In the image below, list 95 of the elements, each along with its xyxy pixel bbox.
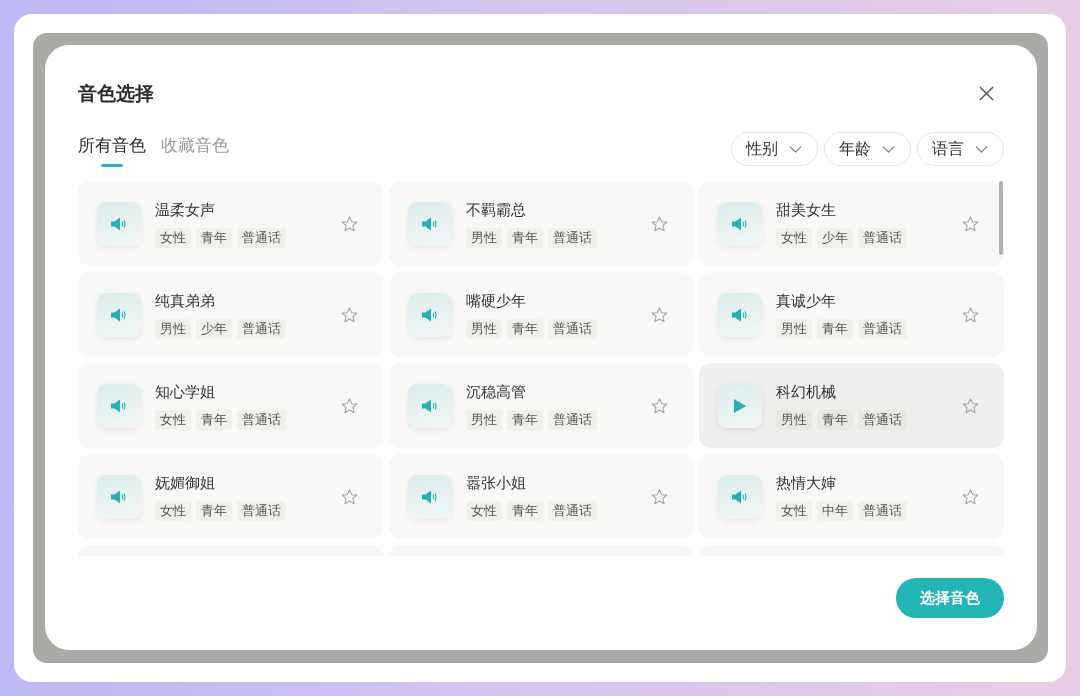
- voice-tag: 普通话: [547, 318, 597, 339]
- star-icon[interactable]: [651, 488, 669, 505]
- star-icon[interactable]: [340, 397, 358, 414]
- speaker-icon[interactable]: [407, 292, 452, 337]
- speaker-icon[interactable]: [407, 474, 452, 519]
- voice-tag: 普通话: [547, 409, 597, 430]
- chevron-down-icon: [975, 145, 988, 153]
- voice-card[interactable]: 妩媚御姐 女性 青年 普通话: [78, 454, 383, 539]
- speaker-icon[interactable]: [407, 383, 452, 428]
- voice-card[interactable]: 嚣张小姐 女性 青年 普通话: [388, 454, 694, 539]
- voice-name: 沉稳高管: [465, 381, 526, 402]
- voice-tag: 男性: [465, 318, 502, 339]
- voice-card[interactable]: 真诚少年 男性 青年 普通话: [699, 272, 1004, 357]
- dialog-title: 音色选择: [78, 81, 154, 106]
- speaker-icon[interactable]: [718, 474, 763, 519]
- star-icon[interactable]: [340, 306, 358, 323]
- filter-dropdown[interactable]: 性别: [731, 132, 818, 166]
- voice-name: 温柔女声: [155, 199, 215, 220]
- speaker-icon[interactable]: [97, 292, 141, 337]
- voice-tag: 普通话: [858, 409, 908, 430]
- voice-tag: 青年: [817, 409, 854, 430]
- voice-tag: 少年: [817, 227, 854, 248]
- tab[interactable]: 所有音色: [78, 132, 146, 167]
- voice-card[interactable]: 沉稳高管 男性 青年 普通话: [388, 363, 694, 448]
- close-icon[interactable]: [979, 85, 994, 101]
- voice-name: 科幻机械: [776, 381, 837, 402]
- chevron-down-icon: [882, 145, 895, 153]
- voice-tag: 普通话: [547, 500, 597, 521]
- voice-tag: 普通话: [237, 227, 286, 248]
- star-icon[interactable]: [651, 306, 669, 323]
- star-icon[interactable]: [651, 397, 669, 414]
- speaker-icon[interactable]: [97, 201, 141, 246]
- voice-name: 甜美女生: [776, 199, 837, 220]
- voice-tag: 普通话: [858, 500, 908, 521]
- speaker-icon[interactable]: [718, 201, 763, 246]
- voice-card[interactable]: 嘴硬少年 男性 青年 普通话: [388, 272, 694, 357]
- voice-tag: 青年: [506, 227, 543, 248]
- voice-tag: 女性: [155, 227, 191, 248]
- voice-card[interactable]: 温柔女声 女性 青年 普通话: [78, 181, 383, 266]
- voice-tag: 男性: [465, 227, 502, 248]
- voice-tag: 男性: [776, 409, 813, 430]
- voice-name: 真诚少年: [776, 290, 837, 311]
- play-icon[interactable]: [718, 383, 763, 428]
- voice-name: 知心学姐: [155, 381, 215, 402]
- speaker-icon[interactable]: [407, 201, 452, 246]
- speaker-icon[interactable]: [97, 474, 141, 519]
- star-icon[interactable]: [340, 215, 358, 232]
- scrollbar-thumb[interactable]: [999, 181, 1003, 255]
- voice-tag: 普通话: [858, 318, 908, 339]
- voice-tag: 少年: [196, 318, 232, 339]
- voice-tag: 女性: [465, 500, 502, 521]
- voice-name: 不羁霸总: [465, 199, 526, 220]
- voice-tag: 青年: [196, 227, 232, 248]
- chevron-down-icon: [789, 145, 802, 153]
- voice-tag: 普通话: [858, 227, 908, 248]
- star-icon[interactable]: [962, 488, 979, 505]
- voice-tag: 普通话: [547, 227, 597, 248]
- filter-dropdown[interactable]: 语言: [917, 132, 1004, 166]
- voice-tag: 青年: [817, 318, 854, 339]
- filter-dropdown[interactable]: 年龄: [824, 132, 911, 166]
- voice-tag: 男性: [465, 409, 502, 430]
- star-icon[interactable]: [962, 397, 979, 414]
- voice-card[interactable]: 科幻机械 男性 青年 普通话: [699, 363, 1004, 448]
- voice-tag: 男性: [776, 318, 813, 339]
- voice-tag: 女性: [776, 227, 813, 248]
- voice-tag: 青年: [506, 318, 543, 339]
- voice-tag: 女性: [155, 409, 191, 430]
- voice-card[interactable]: 不羁霸总 男性 青年 普通话: [388, 181, 694, 266]
- voice-tag: 女性: [776, 500, 813, 521]
- voice-card[interactable]: 纯真弟弟 男性 少年 普通话: [78, 272, 383, 357]
- voice-card[interactable]: 热情大婶 女性 中年 普通话: [699, 454, 1004, 539]
- star-icon[interactable]: [651, 215, 669, 232]
- voice-card[interactable]: 甜美女生 女性 少年 普通话: [699, 181, 1004, 266]
- voice-tag: 普通话: [237, 409, 286, 430]
- active-tab-indicator: [101, 164, 123, 167]
- voice-card[interactable]: 知心学姐 女性 青年 普通话: [78, 363, 383, 448]
- voice-name: 嚣张小姐: [465, 472, 526, 493]
- voice-name: 妩媚御姐: [155, 472, 215, 493]
- voice-name: 嘴硬少年: [465, 290, 526, 311]
- star-icon[interactable]: [962, 306, 979, 323]
- voice-tag: 中年: [817, 500, 854, 521]
- voice-tag: 普通话: [237, 318, 286, 339]
- voice-tag: 青年: [196, 500, 232, 521]
- voice-tag: 青年: [506, 500, 543, 521]
- voice-tag: 女性: [155, 500, 191, 521]
- star-icon[interactable]: [962, 215, 979, 232]
- voice-tag: 青年: [506, 409, 543, 430]
- voice-name: 热情大婶: [776, 472, 837, 493]
- voice-tag: 青年: [196, 409, 232, 430]
- speaker-icon[interactable]: [718, 292, 763, 337]
- voice-name: 纯真弟弟: [155, 290, 215, 311]
- speaker-icon[interactable]: [97, 383, 141, 428]
- voice-tag: 男性: [155, 318, 191, 339]
- voice-tag: 普通话: [237, 500, 286, 521]
- star-icon[interactable]: [340, 488, 358, 505]
